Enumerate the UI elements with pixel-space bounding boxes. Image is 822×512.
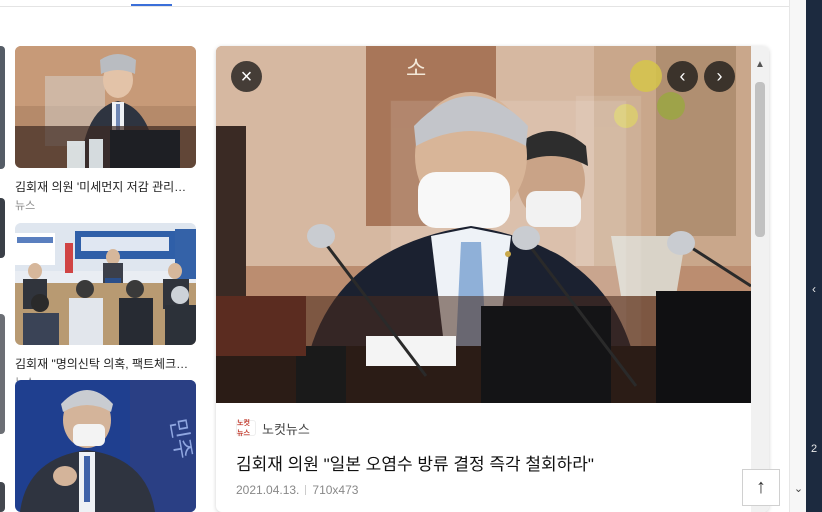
preview-headline[interactable]: 김회재 의원 "일본 오염수 방류 결정 즉각 철회하라": [236, 450, 736, 475]
result-title[interactable]: 김회재 "명의신탁 의혹, 팩트체크…: [15, 355, 196, 372]
result-title[interactable]: 김회재 의원 '미세먼지 저감 관리…: [15, 178, 196, 195]
close-preview-button[interactable]: ×: [231, 61, 262, 92]
image-result-card[interactable]: 민주: [15, 380, 196, 512]
cropped-thumbnail[interactable]: [0, 482, 5, 512]
back-to-top-button[interactable]: ↑: [742, 469, 780, 506]
preview-scrollbar[interactable]: ▲: [751, 46, 769, 512]
close-icon: ×: [240, 65, 253, 88]
side-panel: ‹ 2: [806, 0, 822, 512]
divider: [305, 485, 307, 495]
previous-image-button[interactable]: ‹: [667, 61, 698, 92]
chevron-left-icon[interactable]: ‹: [808, 282, 820, 296]
chevron-left-icon: ‹: [679, 66, 686, 86]
result-thumbnail[interactable]: [15, 46, 196, 168]
result-thumbnail[interactable]: 민주: [15, 380, 196, 512]
result-thumbnail[interactable]: [15, 223, 196, 345]
source-name[interactable]: 노컷뉴스: [262, 419, 310, 438]
cropped-thumbnail[interactable]: [0, 198, 5, 258]
source-logo: 노컷뉴스: [236, 420, 256, 437]
background-sign-text: 소: [406, 57, 426, 82]
preview-meta: 노컷뉴스 노컷뉴스 김회재 의원 "일본 오염수 방류 결정 즉각 철회하라" …: [236, 418, 736, 497]
source-row[interactable]: 노컷뉴스 노컷뉴스: [236, 418, 736, 438]
scroll-up-icon[interactable]: ▲: [755, 60, 765, 70]
arrow-up-icon: ↑: [756, 476, 766, 498]
cropped-thumbnail[interactable]: [0, 314, 5, 434]
active-tab-indicator: [131, 4, 172, 6]
image-dimensions: 710x473: [312, 483, 359, 497]
side-panel-number: 2: [810, 443, 818, 455]
image-search-page: 김회재 의원 '미세먼지 저감 관리… 뉴스 김회재 "명의신탁 의혹, 팩트체…: [0, 0, 822, 512]
image-preview-panel: 소 × ‹ › ▲ 노컷뉴스 노컷뉴스 김회재 의원 "일본 오염수 방류 결정…: [216, 46, 769, 512]
scroll-down-icon[interactable]: ⌄: [793, 482, 804, 495]
scrollbar-thumb[interactable]: [755, 82, 765, 237]
tab-strip: [0, 0, 789, 7]
preview-image[interactable]: 소 × ‹ ›: [216, 46, 751, 403]
chevron-right-icon: ›: [716, 66, 723, 86]
image-date: 2021.04.13.: [236, 483, 300, 497]
image-info: 2021.04.13. 710x473: [236, 483, 736, 497]
image-result-card[interactable]: 김회재 "명의신탁 의혹, 팩트체크… 뉴스: [15, 223, 196, 390]
page-scrollbar[interactable]: ⌄: [789, 0, 806, 512]
image-result-card[interactable]: 김회재 의원 '미세먼지 저감 관리… 뉴스: [15, 46, 196, 213]
result-source: 뉴스: [15, 200, 36, 212]
next-image-button[interactable]: ›: [704, 61, 735, 92]
cropped-thumbnail[interactable]: [0, 46, 5, 169]
